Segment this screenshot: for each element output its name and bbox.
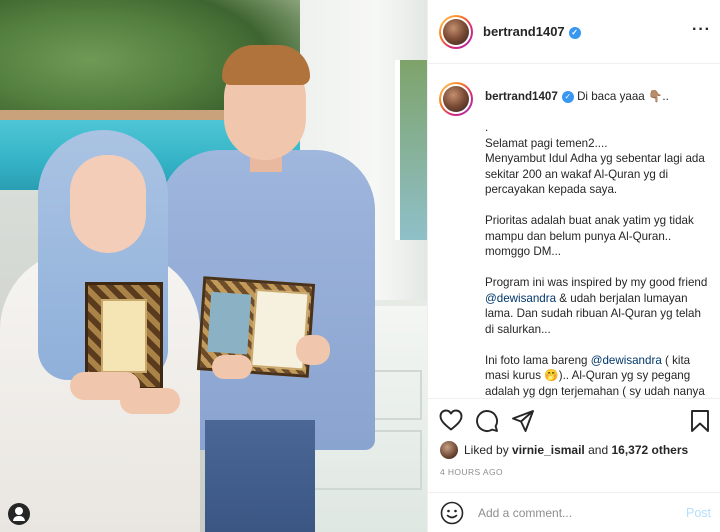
comment-bar: Post: [428, 492, 720, 532]
action-bar: [428, 398, 720, 438]
verified-badge-icon: ✓: [561, 90, 574, 103]
header-username[interactable]: bertrand1407 ✓: [483, 24, 581, 39]
paper-plane-icon[interactable]: [511, 409, 535, 433]
caption-mention[interactable]: @dewisandra: [591, 354, 662, 367]
avatar[interactable]: [439, 82, 473, 116]
comment-input[interactable]: [478, 505, 686, 520]
bookmark-icon[interactable]: [690, 409, 710, 433]
hand: [296, 335, 330, 365]
avatar[interactable]: [439, 14, 473, 49]
woman-face: [70, 155, 146, 253]
liker-avatar: [440, 441, 458, 459]
man-jeans: [205, 420, 315, 532]
post-header: bertrand1407 ✓ ···: [428, 0, 720, 64]
caption-text: . Selamat pagi temen2.... Menyambut Idul…: [485, 120, 709, 398]
smiley-icon[interactable]: [440, 501, 464, 525]
caption-area: bertrand1407 ✓ Di baca yaaa 👇🏽.. . Selama…: [428, 64, 720, 398]
likes-summary[interactable]: Liked by virnie_ismail and 16,372 others: [440, 441, 688, 459]
post-comment-button[interactable]: Post: [686, 506, 711, 520]
hand: [120, 388, 180, 414]
more-options-icon[interactable]: ···: [692, 22, 711, 38]
caption-first-line: Di baca yaaa 👇🏽..: [577, 90, 669, 103]
verified-badge-icon: ✓: [568, 26, 581, 39]
heart-icon[interactable]: [439, 409, 463, 431]
hand: [212, 355, 252, 379]
liked-by-count[interactable]: 16,372 others: [611, 443, 688, 457]
likes-prefix: Liked by: [464, 443, 509, 457]
caption-mention[interactable]: @dewisandra: [485, 292, 556, 305]
liked-by-user[interactable]: virnie_ismail: [512, 443, 585, 457]
man-hair: [222, 45, 310, 85]
likes-mid: and: [584, 443, 612, 457]
comment-bubble-icon[interactable]: [475, 409, 499, 433]
post-timestamp[interactable]: 4 HOURS AGO: [440, 467, 503, 477]
caption-segment: . Selamat pagi temen2.... Menyambut Idul…: [485, 121, 708, 289]
caption-username[interactable]: bertrand1407: [485, 90, 558, 103]
post-photo[interactable]: [0, 0, 427, 532]
window: [395, 60, 427, 240]
post-sidebar: bertrand1407 ✓ ··· bertrand1407 ✓ Di baca …: [427, 0, 720, 532]
user-tag-icon[interactable]: [8, 503, 30, 525]
